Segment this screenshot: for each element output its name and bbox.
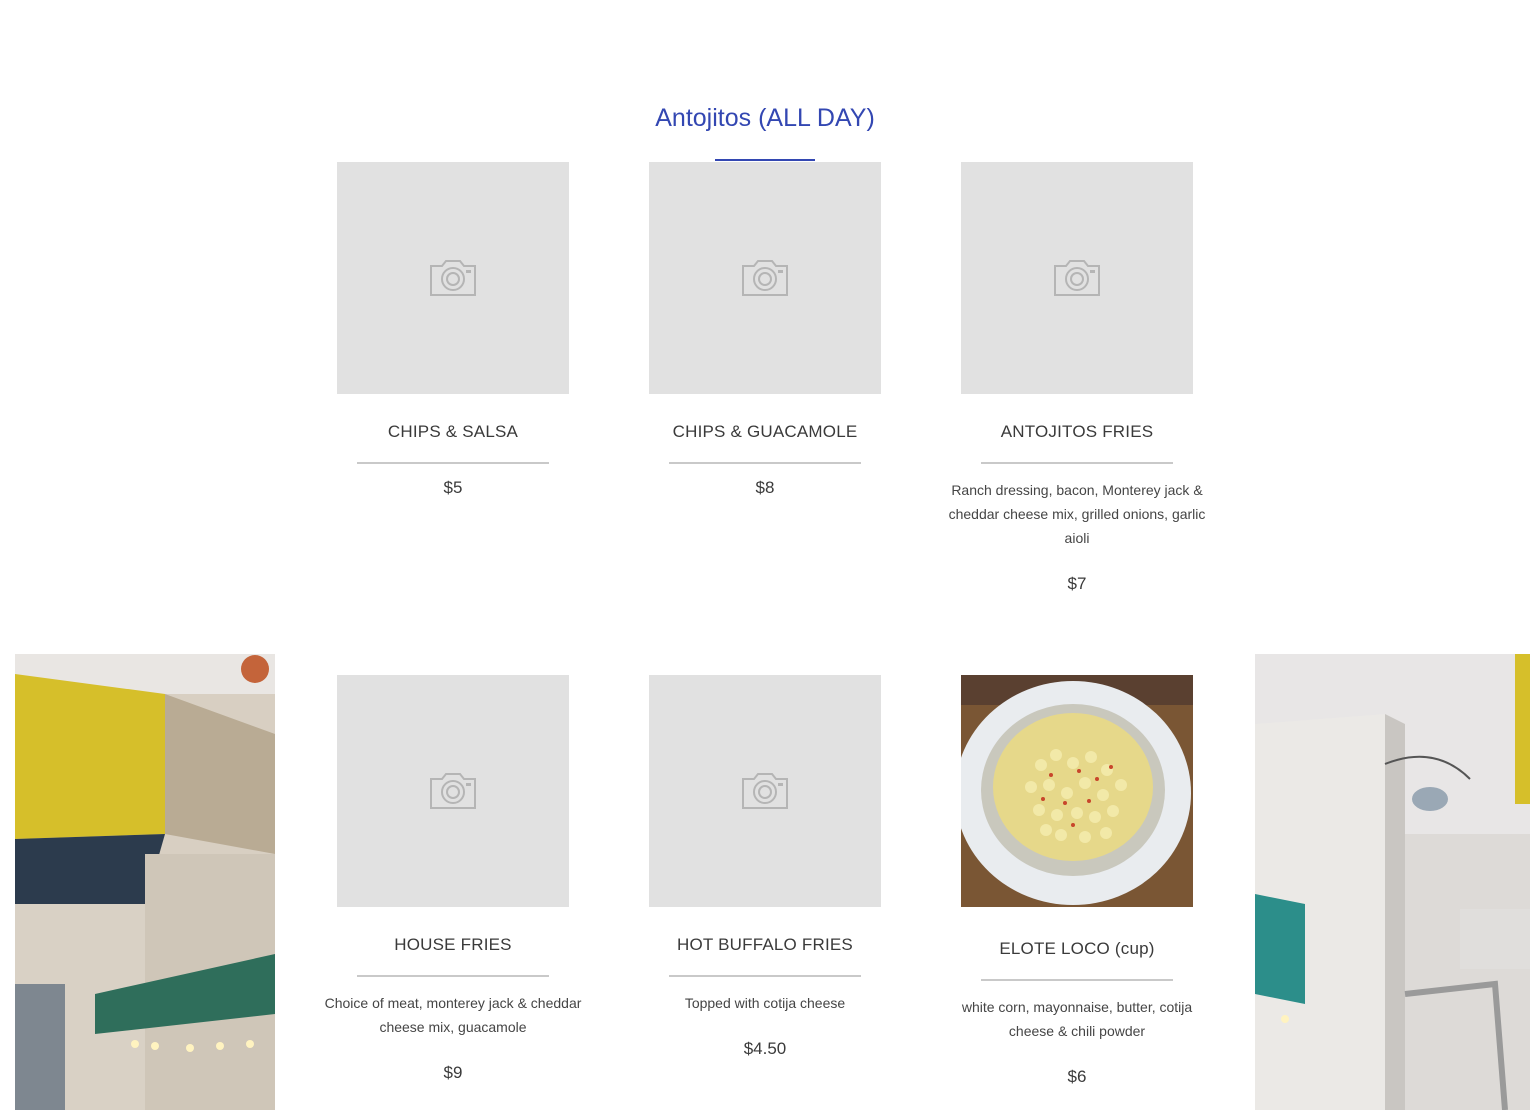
storefront-photo-left	[15, 654, 275, 1110]
item-divider	[981, 462, 1173, 464]
item-description: white corn, mayonnaise, butter, cotija c…	[961, 999, 1193, 1039]
camera-icon	[430, 260, 476, 296]
item-name: CHIPS & SALSA	[387, 422, 519, 441]
item-price: $5	[443, 478, 463, 497]
camera-icon	[1054, 260, 1100, 296]
menu-item[interactable]: CHIPS & SALSA $5	[337, 162, 569, 498]
item-divider	[669, 975, 861, 977]
storefront-photo-right	[1255, 654, 1530, 1110]
item-name: ANTOJITOS FRIES	[1000, 422, 1154, 441]
menu-item[interactable]: HOUSE FRIES Choice of meat, monterey jac…	[325, 675, 581, 1083]
item-photo-placeholder	[961, 162, 1193, 394]
item-divider	[981, 979, 1173, 981]
elote-photo	[961, 675, 1193, 907]
camera-icon	[742, 260, 788, 296]
item-price: $8	[755, 478, 775, 497]
item-description: Ranch dressing, bacon, Monterey jack & c…	[948, 482, 1206, 546]
item-divider	[357, 975, 549, 977]
item-name: ELOTE LOCO (cup)	[999, 939, 1155, 958]
menu-item[interactable]: CHIPS & GUACAMOLE $8	[649, 162, 881, 498]
item-divider	[357, 462, 549, 464]
item-name: HOUSE FRIES	[394, 935, 512, 954]
camera-icon	[742, 773, 788, 809]
item-name: CHIPS & GUACAMOLE	[672, 422, 858, 441]
item-photo-placeholder	[649, 675, 881, 907]
item-description: Topped with cotija cheese	[684, 995, 846, 1011]
item-photo-placeholder	[337, 675, 569, 907]
item-price: $9	[443, 1063, 463, 1082]
item-price: $4.50	[743, 1039, 787, 1058]
menu-item[interactable]: ELOTE LOCO (cup) white corn, mayonnaise,…	[961, 675, 1193, 1087]
title-underline	[715, 159, 815, 161]
item-photo-placeholder	[337, 162, 569, 394]
item-price: $6	[1067, 1067, 1087, 1086]
item-photo-placeholder	[649, 162, 881, 394]
section-title: Antojitos (ALL DAY)	[655, 104, 875, 132]
item-name: HOT BUFFALO FRIES	[677, 935, 853, 954]
item-description: Choice of meat, monterey jack & cheddar …	[324, 995, 582, 1035]
item-price: $7	[1067, 574, 1087, 593]
camera-icon	[430, 773, 476, 809]
menu-item[interactable]: ANTOJITOS FRIES Ranch dressing, bacon, M…	[949, 162, 1205, 594]
menu-item[interactable]: HOT BUFFALO FRIES Topped with cotija che…	[649, 675, 881, 1059]
item-divider	[669, 462, 861, 464]
